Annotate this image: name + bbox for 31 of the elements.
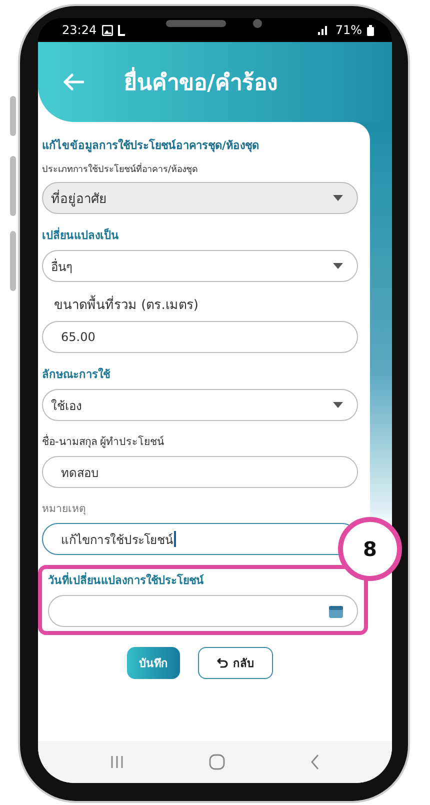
home-icon[interactable]: [208, 754, 225, 770]
battery-icon: [367, 24, 374, 36]
image-icon: [102, 24, 113, 36]
caret-icon[interactable]: [333, 402, 343, 408]
input-field[interactable]: 65.00: [42, 321, 358, 353]
annotation-badge: 8: [338, 517, 402, 581]
back-arrow-icon[interactable]: [62, 73, 84, 91]
back-icon[interactable]: [310, 754, 320, 770]
battery-percent: 71%: [335, 23, 362, 37]
camera-dot: [253, 19, 262, 28]
camera-notch: [166, 20, 226, 27]
undo-icon: [217, 658, 228, 668]
caret-icon[interactable]: [333, 263, 343, 269]
field-label: วันที่เปลี่ยนแปลงการใช้ประโยชน์: [48, 571, 205, 589]
status-time: 23:24: [62, 23, 97, 37]
field-label: ขนาดพื้นที่รวม (ตร.เมตร): [42, 294, 198, 315]
calendar-icon[interactable]: [329, 604, 343, 618]
field-label: หมายเหตุ: [42, 502, 86, 517]
field-label: ชื่อ-นามสกุล ผู้ทำประโยชน์: [42, 433, 164, 450]
select-field[interactable]: อื่นๆ: [42, 250, 358, 282]
field-label: ลักษณะการใช้: [42, 366, 110, 383]
page-title: ยื่นคำขอ/คำร้อง: [124, 64, 278, 100]
back-button[interactable]: กลับ: [198, 647, 273, 679]
field-label: ประเภทการใช้ประโยชน์ที่อาคาร/ห้องชุด: [42, 162, 198, 176]
date-field[interactable]: [48, 595, 358, 627]
recent-apps-icon[interactable]: [110, 755, 124, 769]
field-label: เปลี่ยนแปลงเป็น: [42, 226, 119, 244]
section-title: แก้ไขข้อมูลการใช้ประโยชน์อาคารชุด/ห้องชุด: [42, 138, 260, 154]
input-field[interactable]: ทดสอบ: [42, 456, 358, 488]
text-cursor: [174, 531, 176, 547]
select-field[interactable]: ใช้เอง: [42, 389, 358, 421]
